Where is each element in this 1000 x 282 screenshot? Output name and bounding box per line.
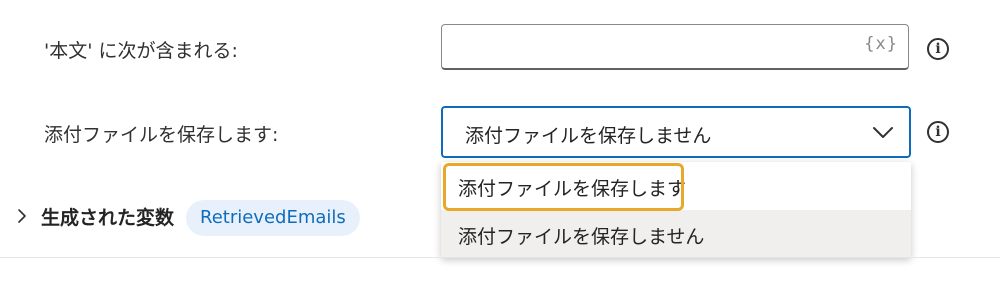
body-contains-label: '本文' に次が含まれる: [44,40,238,62]
option-label: 添付ファイルを保存します [458,178,687,200]
save-attachments-label: 添付ファイルを保存します: [44,124,279,146]
info-circle-icon[interactable]: i [927,121,949,143]
save-attachments-dropdown[interactable]: 添付ファイルを保存しません [441,106,911,158]
option-do-not-save-attachments[interactable]: 添付ファイルを保存しません [441,210,911,258]
generated-variables-title[interactable]: 生成された変数 [41,203,174,230]
chevron-down-icon [873,127,893,138]
chevron-right-icon[interactable] [14,206,30,226]
save-attachments-options-list: 添付ファイルを保存します 添付ファイルを保存しません [441,162,911,258]
save-attachments-selected-value: 添付ファイルを保存しません [465,125,712,147]
option-label: 添付ファイルを保存しません [458,226,705,248]
option-save-attachments[interactable]: 添付ファイルを保存します [441,162,911,210]
body-contains-input[interactable]: {x} [441,24,909,70]
variable-picker-icon[interactable]: {x} [864,34,898,54]
info-circle-icon[interactable]: i [927,38,949,60]
variable-pill[interactable]: RetrievedEmails [186,200,360,236]
action-parameters-panel: '本文' に次が含まれる: {x} i 添付ファイルを保存します: 添付ファイル… [0,0,1000,282]
divider [0,257,1000,258]
